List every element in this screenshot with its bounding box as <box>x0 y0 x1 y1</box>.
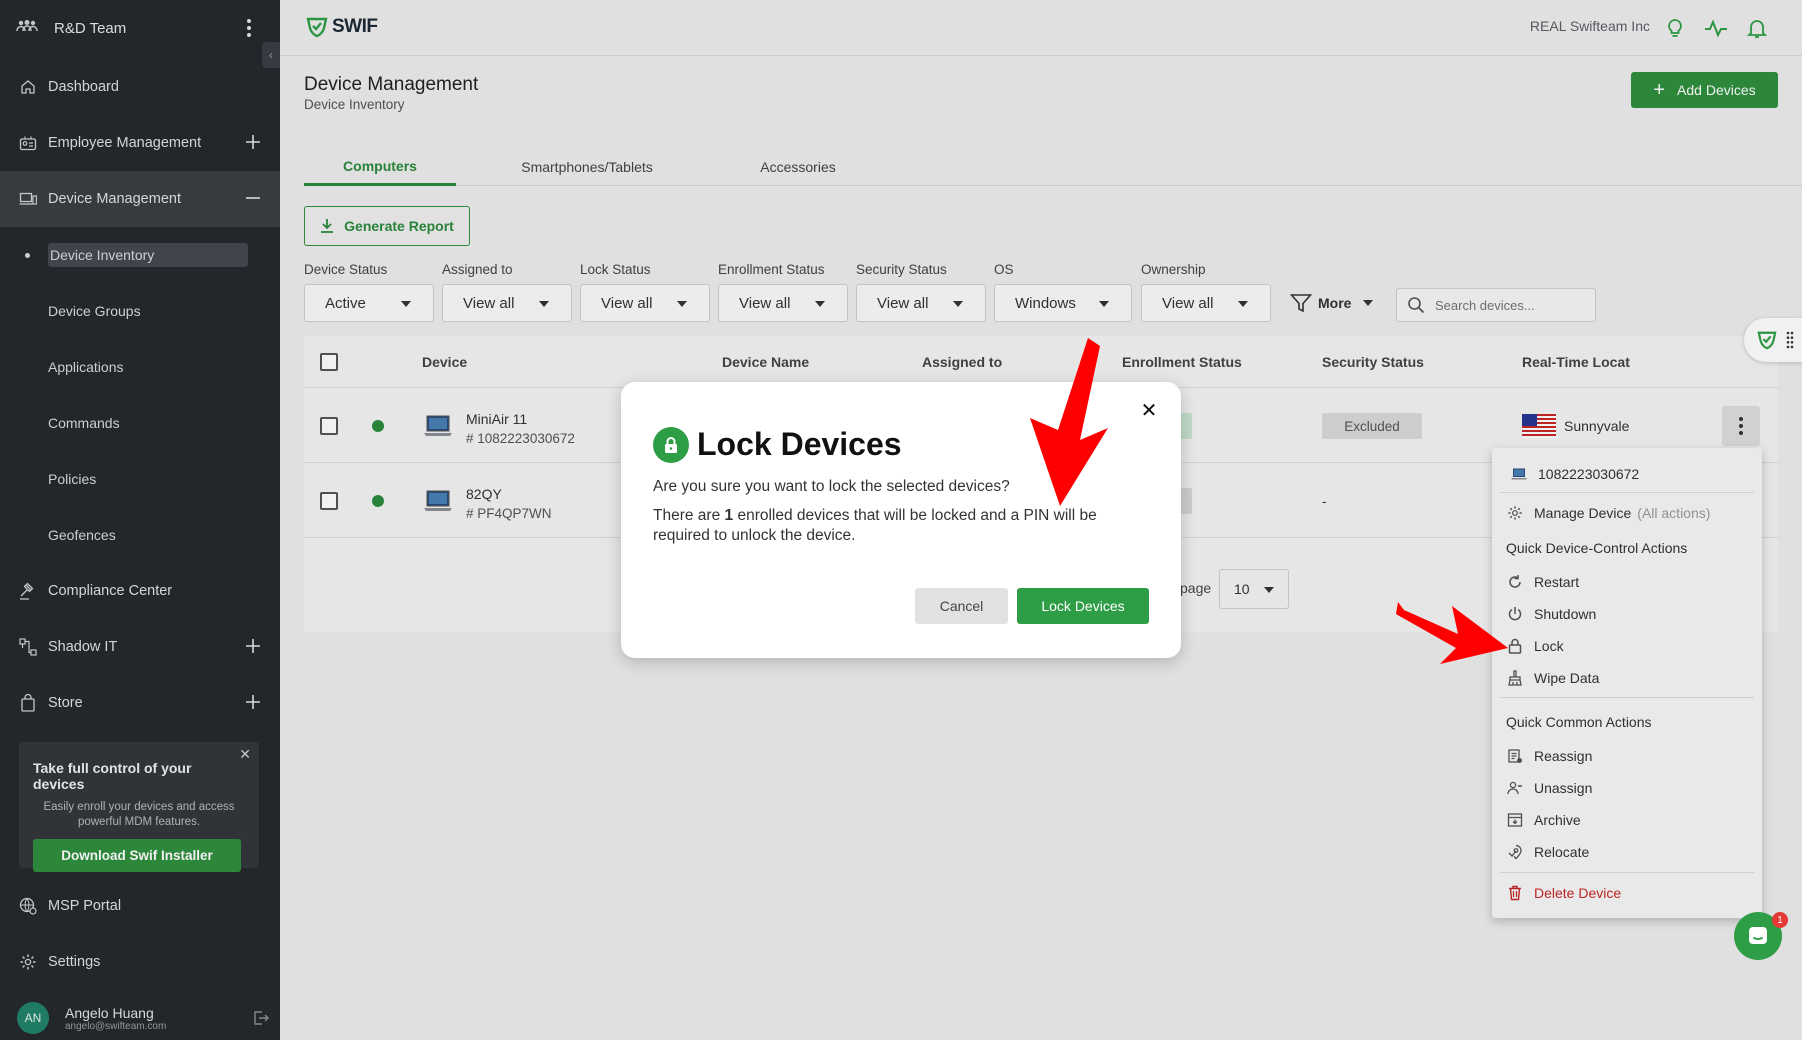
close-icon[interactable]: ✕ <box>1139 400 1159 422</box>
cancel-button[interactable]: Cancel <box>915 588 1008 624</box>
dialog-title: Lock Devices <box>697 426 902 462</box>
chat-icon <box>1749 927 1767 944</box>
dialog-header: Lock Devices <box>653 426 902 463</box>
lock-devices-confirm-button[interactable]: Lock Devices <box>1017 588 1149 624</box>
message-prefix: There are <box>653 507 725 524</box>
chat-notification-badge: 1 <box>1772 912 1788 928</box>
message-count: 1 <box>724 507 734 524</box>
dialog-message: There are 1 enrolled devices that will b… <box>653 506 1153 546</box>
dialog-question: Are you sure you want to lock the select… <box>653 478 1010 495</box>
lock-icon <box>653 426 689 463</box>
lock-devices-dialog: ✕ Lock Devices Are you sure you want to … <box>621 382 1181 658</box>
